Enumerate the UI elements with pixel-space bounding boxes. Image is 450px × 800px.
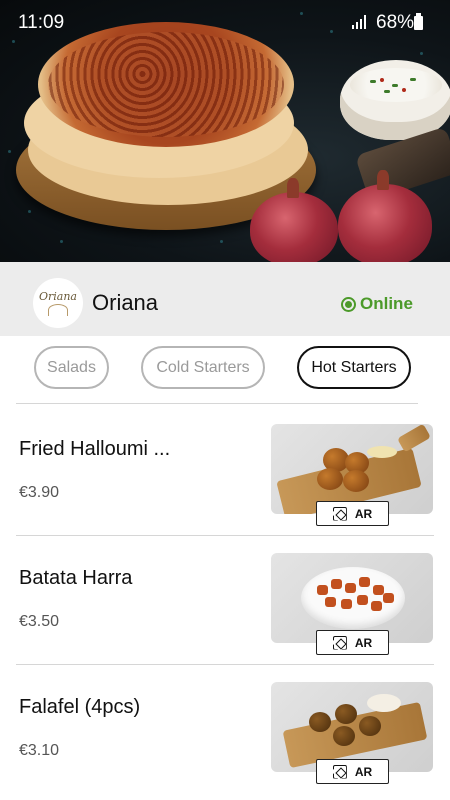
tab-salads[interactable]: Salads	[34, 346, 109, 389]
ar-button[interactable]: AR	[316, 501, 389, 526]
item-name: Falafel (4pcs)	[19, 696, 141, 718]
tab-hot-starters[interactable]: Hot Starters	[297, 346, 411, 389]
ar-button[interactable]: AR	[316, 630, 389, 655]
item-divider	[16, 664, 434, 665]
menu-item[interactable]: Fried Halloumi ... €3.90 AR	[0, 424, 450, 554]
restaurant-logo: Oriana	[33, 278, 83, 328]
ar-cube-icon	[333, 507, 347, 521]
item-divider	[16, 535, 434, 536]
status-time: 11:09	[18, 12, 65, 33]
online-dot-icon	[341, 296, 356, 312]
signal-icon	[352, 15, 368, 29]
item-name: Batata Harra	[19, 567, 133, 589]
tabs-divider	[16, 403, 418, 404]
ar-cube-icon	[333, 636, 347, 650]
ar-cube-icon	[333, 765, 347, 779]
tab-cold-starters[interactable]: Cold Starters	[141, 346, 265, 389]
item-price: €3.50	[19, 613, 60, 630]
item-name: Fried Halloumi ...	[19, 438, 171, 460]
status-bar: 11:09 68%	[0, 0, 450, 46]
battery-percent: 68%	[376, 12, 415, 33]
item-price: €3.10	[19, 742, 60, 759]
menu-item[interactable]: Batata Harra €3.50 AR	[0, 553, 450, 683]
restaurant-name: Oriana	[92, 290, 159, 315]
menu-item[interactable]: Falafel (4pcs) €3.10 AR	[0, 682, 450, 800]
ar-label: AR	[354, 764, 373, 779]
ar-label: AR	[354, 635, 373, 650]
online-label: Online	[360, 294, 413, 313]
battery-icon	[414, 13, 423, 30]
online-status: Online	[341, 294, 413, 314]
ar-button[interactable]: AR	[316, 759, 389, 784]
ar-label: AR	[354, 506, 373, 521]
item-price: €3.90	[19, 484, 60, 501]
